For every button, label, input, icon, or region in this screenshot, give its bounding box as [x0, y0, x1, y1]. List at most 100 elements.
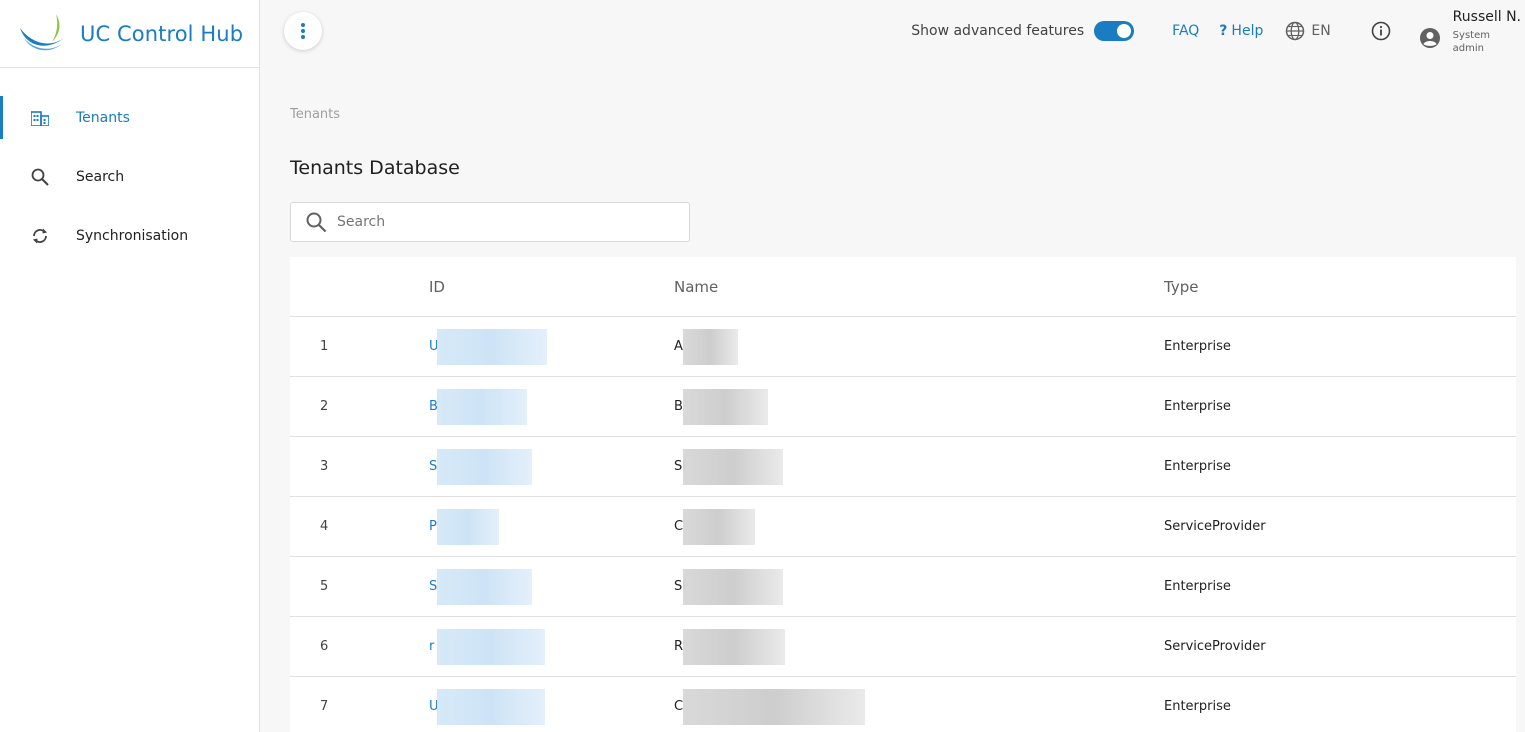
sidebar-item-search[interactable]: Search — [0, 147, 259, 206]
tenant-type: ServiceProvider — [1164, 519, 1266, 534]
table-row[interactable]: 1 U A Enterprise — [290, 317, 1516, 377]
search-field[interactable] — [290, 202, 690, 242]
table-row[interactable]: 3 S Sl Enterprise — [290, 437, 1516, 497]
sidebar-item-label: Search — [76, 168, 125, 185]
tenant-id-link[interactable]: r — [429, 629, 674, 665]
tenant-name-cell: A — [674, 329, 1164, 365]
redacted-block — [683, 329, 738, 365]
language-code: EN — [1311, 23, 1331, 39]
toggle-knob — [1117, 24, 1132, 38]
table-row[interactable]: 7 U C Enterprise — [290, 677, 1516, 732]
search-input[interactable] — [337, 214, 657, 230]
advanced-features-label: Show advanced features — [911, 23, 1085, 39]
tenant-name-cell: Sl — [674, 569, 1164, 605]
tenant-type: Enterprise — [1164, 699, 1231, 714]
redacted-block — [437, 389, 527, 425]
advanced-features-toggle[interactable] — [1094, 21, 1135, 41]
redacted-block — [437, 569, 532, 605]
sync-icon — [30, 226, 50, 246]
redacted-block — [683, 389, 768, 425]
redacted-block — [683, 689, 865, 725]
tenant-name-cell: Sl — [674, 449, 1164, 485]
sidebar-item-label: Synchronisation — [76, 227, 189, 244]
table-row[interactable]: 2 B B Enterprise — [290, 377, 1516, 437]
tenant-name: C — [674, 519, 684, 534]
sidebar-item-tenants[interactable]: Tenants — [0, 88, 259, 147]
help-link[interactable]: ? Help — [1219, 23, 1263, 39]
help-icon: ? — [1219, 23, 1228, 39]
redacted-block — [437, 509, 499, 545]
tenant-id: P — [429, 519, 437, 534]
user-menu[interactable]: Russell N. System admin — [1419, 7, 1521, 55]
app-title: UC Control Hub — [80, 21, 244, 46]
app-logo-icon — [20, 13, 64, 50]
tenant-id-link[interactable]: S — [429, 449, 674, 485]
tenant-name: R — [674, 639, 684, 654]
row-index: 5 — [320, 579, 329, 594]
tenant-name: B — [674, 399, 683, 414]
redacted-block — [437, 329, 547, 365]
tenant-id-link[interactable]: P — [429, 509, 674, 545]
tenant-id-link[interactable]: U — [429, 329, 674, 365]
tenant-type: Enterprise — [1164, 339, 1231, 354]
row-index: 2 — [320, 399, 329, 414]
language-selector[interactable]: EN — [1285, 21, 1331, 41]
globe-icon — [1286, 21, 1305, 41]
tenant-name-cell: R — [674, 629, 1164, 665]
tenant-name-cell: B — [674, 389, 1164, 425]
tenant-type: Enterprise — [1164, 399, 1231, 414]
tenant-id-link[interactable]: B — [429, 389, 674, 425]
sidebar-item-synchronisation[interactable]: Synchronisation — [0, 206, 259, 265]
page-title: Tenants Database — [290, 157, 460, 179]
tenant-type: Enterprise — [1164, 579, 1231, 594]
tenants-table: ID Name Type 1 U A Enterprise 2 B B Ente… — [290, 257, 1516, 732]
table-row[interactable]: 5 S Sl Enterprise — [290, 557, 1516, 617]
tenant-id: r — [429, 639, 435, 654]
redacted-block — [683, 509, 755, 545]
search-icon — [30, 167, 50, 187]
redacted-block — [437, 449, 532, 485]
tenant-type: Enterprise — [1164, 459, 1231, 474]
more-vertical-icon — [301, 23, 305, 39]
tenant-name-cell: C — [674, 509, 1164, 545]
row-index: 6 — [320, 639, 329, 654]
breadcrumb[interactable]: Tenants — [290, 107, 340, 122]
row-index: 4 — [320, 519, 329, 534]
column-header-type[interactable]: Type — [1164, 278, 1198, 296]
sidebar: UC Control Hub Tenants Search Synchronis… — [0, 0, 260, 732]
tenant-name-cell: C — [674, 689, 1164, 725]
building-icon — [30, 108, 50, 128]
top-bar: Show advanced features FAQ ? Help EN Rus… — [911, 0, 1525, 62]
user-info: Russell N. System admin — [1453, 9, 1521, 55]
info-icon — [1371, 21, 1390, 41]
table-row[interactable]: 4 P C ServiceProvider — [290, 497, 1516, 557]
sidebar-item-label: Tenants — [76, 109, 130, 126]
brand[interactable]: UC Control Hub — [0, 0, 259, 68]
help-label: Help — [1231, 23, 1264, 39]
more-menu-button[interactable] — [284, 12, 322, 50]
tenant-id-link[interactable]: U — [429, 689, 674, 725]
tenant-type: ServiceProvider — [1164, 639, 1266, 654]
search-icon — [306, 212, 327, 233]
column-header-name[interactable]: Name — [674, 278, 1164, 296]
row-index: 3 — [320, 459, 329, 474]
redacted-block — [437, 629, 545, 665]
column-header-id[interactable]: ID — [429, 278, 674, 296]
tenant-name: A — [674, 339, 683, 354]
sidebar-nav: Tenants Search Synchronisation — [0, 68, 259, 265]
tenant-name: C — [674, 699, 684, 714]
faq-link[interactable]: FAQ — [1172, 23, 1199, 39]
redacted-block — [437, 689, 545, 725]
user-name: Russell N. — [1452, 9, 1521, 25]
redacted-block — [683, 629, 785, 665]
row-index: 7 — [320, 699, 329, 714]
user-role: System admin — [1452, 30, 1490, 54]
row-index: 1 — [320, 339, 329, 354]
redacted-block — [683, 449, 783, 485]
info-button[interactable] — [1371, 21, 1391, 41]
redacted-block — [683, 569, 783, 605]
tenant-id-link[interactable]: S — [429, 569, 674, 605]
table-row[interactable]: 6 r R ServiceProvider — [290, 617, 1516, 677]
account-circle-icon — [1419, 28, 1440, 48]
table-header: ID Name Type — [290, 257, 1516, 317]
